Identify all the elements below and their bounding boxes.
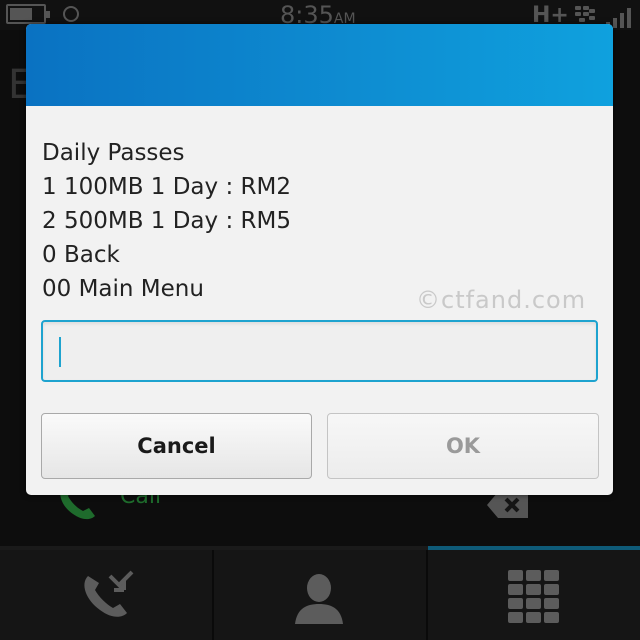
ussd-reply-field[interactable] [41, 320, 598, 382]
menu-line-title: Daily Passes [42, 140, 185, 166]
menu-line-back: 0 Back [42, 242, 120, 268]
battery-icon [6, 4, 50, 24]
watermark: ©ctfand.com [416, 286, 587, 314]
call-log-icon[interactable] [80, 570, 136, 622]
notification-circle-icon [63, 6, 79, 22]
blackberry-logo-icon [575, 6, 595, 24]
dialpad-icon[interactable] [506, 568, 562, 624]
ussd-dialog: Daily Passes 1 100MB 1 Day : RM2 2 500MB… [26, 24, 613, 495]
dock-separator [212, 550, 214, 640]
ussd-menu-text: Daily Passes 1 100MB 1 Day : RM2 2 500MB… [42, 136, 602, 306]
dialog-header [26, 24, 613, 106]
dock-separator [426, 550, 428, 640]
bottom-dock [0, 550, 640, 640]
contacts-icon[interactable] [292, 570, 346, 624]
ussd-reply-input[interactable] [43, 322, 596, 380]
text-caret [59, 337, 61, 367]
ok-button[interactable]: OK [327, 413, 599, 479]
cancel-button[interactable]: Cancel [41, 413, 312, 479]
menu-line-option-1: 1 100MB 1 Day : RM2 [42, 174, 291, 200]
menu-line-option-2: 2 500MB 1 Day : RM5 [42, 208, 291, 234]
